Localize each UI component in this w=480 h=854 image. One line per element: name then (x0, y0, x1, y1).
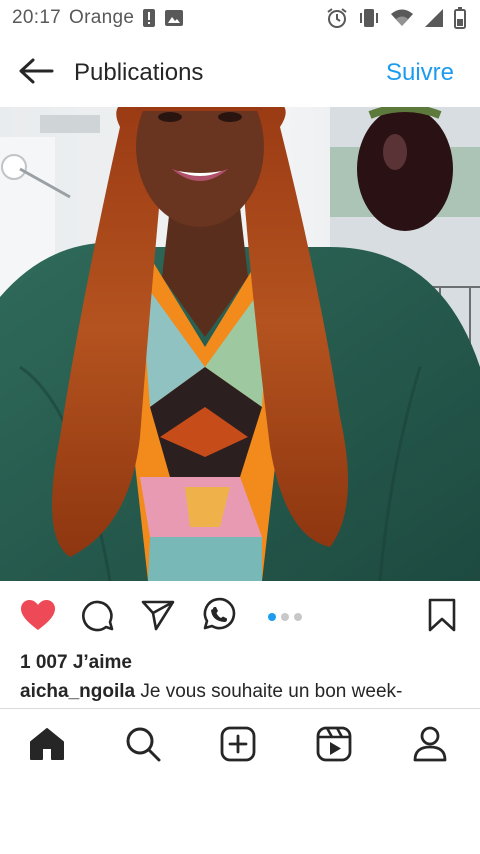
carousel-dot (294, 613, 302, 621)
post-caption: aicha_ngoila Je vous souhaite un bon wee… (20, 681, 402, 703)
bookmark-icon (427, 598, 457, 637)
image-icon (164, 9, 184, 27)
nav-home[interactable] (25, 724, 69, 768)
carousel-indicator (268, 613, 302, 621)
alarm-icon (326, 7, 348, 29)
caption-username[interactable]: aicha_ngoila (20, 681, 135, 702)
signal-icon (424, 8, 444, 28)
comment-icon (81, 598, 115, 637)
status-time: 20:17 (12, 7, 62, 28)
divider (0, 708, 480, 709)
heart-icon (20, 599, 56, 636)
arrow-left-icon (18, 57, 54, 90)
bottom-nav (0, 718, 480, 774)
like-button[interactable] (19, 598, 57, 636)
alert-icon (142, 8, 156, 28)
battery-icon (454, 7, 466, 29)
share-icon (141, 599, 175, 636)
bookmark-button[interactable] (423, 598, 461, 636)
header: Publications Suivre (0, 40, 480, 106)
whatsapp-button[interactable] (199, 597, 237, 638)
reels-icon (316, 726, 352, 767)
likes-count[interactable]: 1 007 J’aime (20, 652, 132, 674)
nav-create[interactable] (216, 724, 260, 768)
follow-button[interactable]: Suivre (386, 59, 454, 87)
profile-icon (413, 726, 447, 767)
home-icon (29, 727, 65, 766)
create-icon (220, 726, 256, 767)
back-button[interactable] (18, 53, 58, 93)
post-image[interactable] (0, 107, 480, 581)
caption-text: Je vous souhaite un bon week- (140, 681, 403, 702)
nav-search[interactable] (121, 724, 165, 768)
whatsapp-icon (200, 597, 236, 638)
search-icon (125, 726, 161, 767)
carousel-dot (268, 613, 276, 621)
page-title: Publications (74, 59, 204, 86)
nav-reels[interactable] (312, 724, 356, 768)
carousel-dot (281, 613, 289, 621)
post-actions (0, 592, 480, 642)
vibrate-icon (358, 7, 380, 29)
status-bar: 20:17 Orange (0, 0, 480, 36)
nav-profile[interactable] (408, 724, 452, 768)
status-carrier: Orange (69, 7, 135, 28)
comment-button[interactable] (79, 598, 117, 636)
share-button[interactable] (139, 598, 177, 636)
wifi-icon (390, 8, 414, 28)
